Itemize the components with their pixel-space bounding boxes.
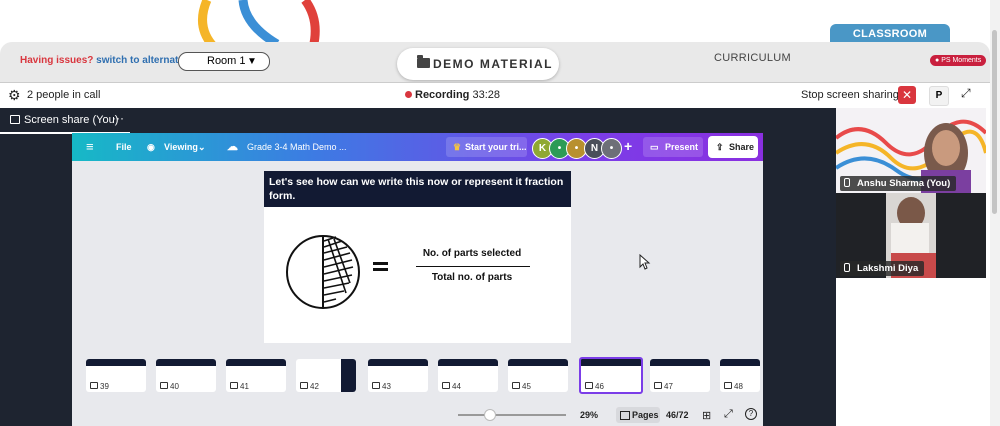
numerator-text: No. of parts selected bbox=[422, 248, 522, 259]
slide-thumbnail-current[interactable]: 46 bbox=[579, 357, 643, 394]
recording-label: Recording bbox=[415, 89, 470, 101]
page-count: 46/72 bbox=[666, 410, 689, 420]
slide-thumbnail[interactable]: 39 bbox=[86, 359, 146, 392]
logo-arcs-graphic bbox=[198, 0, 320, 48]
room-select-value: Room 1 bbox=[207, 55, 246, 67]
dropdown-arrow-icon: ▼ bbox=[247, 56, 257, 67]
hamburger-menu-icon[interactable]: ≡ bbox=[86, 139, 94, 154]
fullscreen-icon[interactable]: ⤢ bbox=[724, 408, 733, 421]
slide-heading-band: Let's see how can we write this now or r… bbox=[264, 171, 571, 207]
folder-icon bbox=[417, 55, 430, 68]
help-icon[interactable]: ? bbox=[745, 408, 757, 420]
slide-thumbnail[interactable]: 43 bbox=[368, 359, 428, 392]
participant-video[interactable]: Anshu Sharma (You) bbox=[836, 108, 986, 193]
thumbnail-number: 42 bbox=[300, 382, 319, 391]
expand-icon[interactable]: ⤢ bbox=[961, 86, 971, 101]
start-trial-label: Start your tri... bbox=[465, 142, 527, 152]
recording-dot-icon bbox=[405, 91, 412, 98]
start-trial-button[interactable]: ♛ Start your tri... bbox=[446, 137, 527, 157]
zoom-level: 29% bbox=[580, 410, 599, 420]
participant-nameplate: Anshu Sharma (You) bbox=[840, 176, 957, 191]
more-options-icon[interactable]: ··· bbox=[112, 111, 124, 125]
screen-icon bbox=[10, 115, 20, 124]
participant-name: Anshu Sharma (You) bbox=[857, 178, 951, 189]
slide-thumbnail[interactable]: 45 bbox=[508, 359, 568, 392]
participant-name: Lakshmi Diya bbox=[857, 263, 919, 274]
grid-view-icon[interactable]: ⊞ bbox=[702, 409, 711, 422]
microphone-icon[interactable] bbox=[844, 178, 850, 187]
denominator-text: Total no. of parts bbox=[431, 272, 513, 283]
thumbnail-number: 43 bbox=[372, 382, 391, 391]
crown-icon: ♛ bbox=[453, 142, 462, 152]
eye-icon: ◉ bbox=[147, 142, 155, 152]
document-title[interactable]: Grade 3-4 Math Demo ... bbox=[247, 142, 347, 152]
present-button[interactable]: ▭ Present bbox=[643, 137, 703, 157]
issues-label: Having issues? bbox=[20, 55, 94, 66]
demo-material-label: DEMO MATERIAL bbox=[433, 57, 553, 71]
screen-share-tab[interactable]: Screen share (You) ··· bbox=[0, 108, 130, 134]
thumbnail-number: 46 bbox=[585, 382, 604, 391]
page-scrollbar-thumb[interactable] bbox=[992, 30, 997, 214]
share-label: Share bbox=[729, 142, 755, 152]
pages-icon bbox=[620, 411, 630, 420]
fraction-circle-graphic bbox=[286, 235, 360, 309]
curriculum-tab[interactable]: CURRICULUM bbox=[714, 52, 791, 64]
recording-status: Recording 33:28 bbox=[405, 89, 500, 101]
present-icon: ▭ bbox=[650, 142, 659, 152]
slide-thumbnail[interactable]: 47 bbox=[650, 359, 710, 392]
slide-thumbnail[interactable]: 40 bbox=[156, 359, 216, 392]
ps-moments-label: PS Moments bbox=[941, 57, 982, 64]
p-button[interactable]: P bbox=[929, 86, 949, 106]
thumbnail-number: 41 bbox=[230, 382, 249, 391]
share-button[interactable]: ⇪ Share bbox=[708, 136, 758, 158]
slide-thumbnail[interactable]: 41 bbox=[226, 359, 286, 392]
viewing-menu[interactable]: Viewing bbox=[164, 142, 198, 152]
thumbnail-number: 45 bbox=[512, 382, 531, 391]
file-menu[interactable]: File bbox=[116, 142, 132, 152]
zoom-slider-handle[interactable] bbox=[484, 409, 496, 421]
slide-thumbnail[interactable]: 48 bbox=[720, 359, 760, 392]
participant-video[interactable]: Lakshmi Diya bbox=[836, 193, 986, 278]
present-label: Present bbox=[665, 142, 699, 152]
pages-label: Pages bbox=[632, 410, 659, 420]
avatar[interactable]: • bbox=[601, 138, 622, 159]
participant-nameplate: Lakshmi Diya bbox=[840, 261, 925, 276]
fraction-line bbox=[416, 266, 530, 267]
stop-sharing-button[interactable]: ✕ bbox=[898, 86, 916, 104]
camera-icon: ● bbox=[935, 57, 940, 64]
zoom-slider[interactable] bbox=[458, 414, 566, 416]
slide-heading: Let's see how can we write this now or r… bbox=[269, 176, 564, 202]
cloud-icon: ☁ bbox=[227, 141, 238, 153]
screen-share-label: Screen share (You) bbox=[24, 114, 119, 126]
stop-sharing-label: Stop screen sharing bbox=[801, 89, 899, 101]
ps-moments-badge[interactable]: ● PS Moments bbox=[930, 55, 987, 66]
add-collaborator-button[interactable]: + bbox=[624, 138, 632, 154]
thumbnail-number: 39 bbox=[90, 382, 109, 391]
recording-time: 33:28 bbox=[472, 89, 500, 101]
microphone-icon[interactable] bbox=[844, 263, 850, 272]
thumbnail-number: 40 bbox=[160, 382, 179, 391]
upload-icon: ⇪ bbox=[716, 142, 724, 152]
room-select[interactable]: Room 1 ▼ bbox=[178, 52, 270, 71]
mouse-cursor-icon bbox=[639, 254, 651, 270]
thumbnail-number: 44 bbox=[442, 382, 461, 391]
pages-button[interactable]: Pages bbox=[616, 407, 660, 423]
equals-sign bbox=[373, 261, 388, 273]
slide-thumbnail[interactable]: 44 bbox=[438, 359, 498, 392]
classroom-tab[interactable]: CLASSROOM bbox=[830, 24, 950, 42]
chevron-down-icon: ⌄ bbox=[198, 142, 206, 152]
thumbnail-number: 47 bbox=[654, 382, 673, 391]
gear-icon[interactable]: ⚙ bbox=[8, 87, 21, 104]
people-count: 2 people in call bbox=[27, 89, 101, 101]
thumbnail-number: 48 bbox=[724, 382, 743, 391]
demo-material-button[interactable]: DEMO MATERIAL bbox=[397, 48, 559, 80]
slide-thumbnail[interactable]: 42 bbox=[296, 359, 356, 392]
